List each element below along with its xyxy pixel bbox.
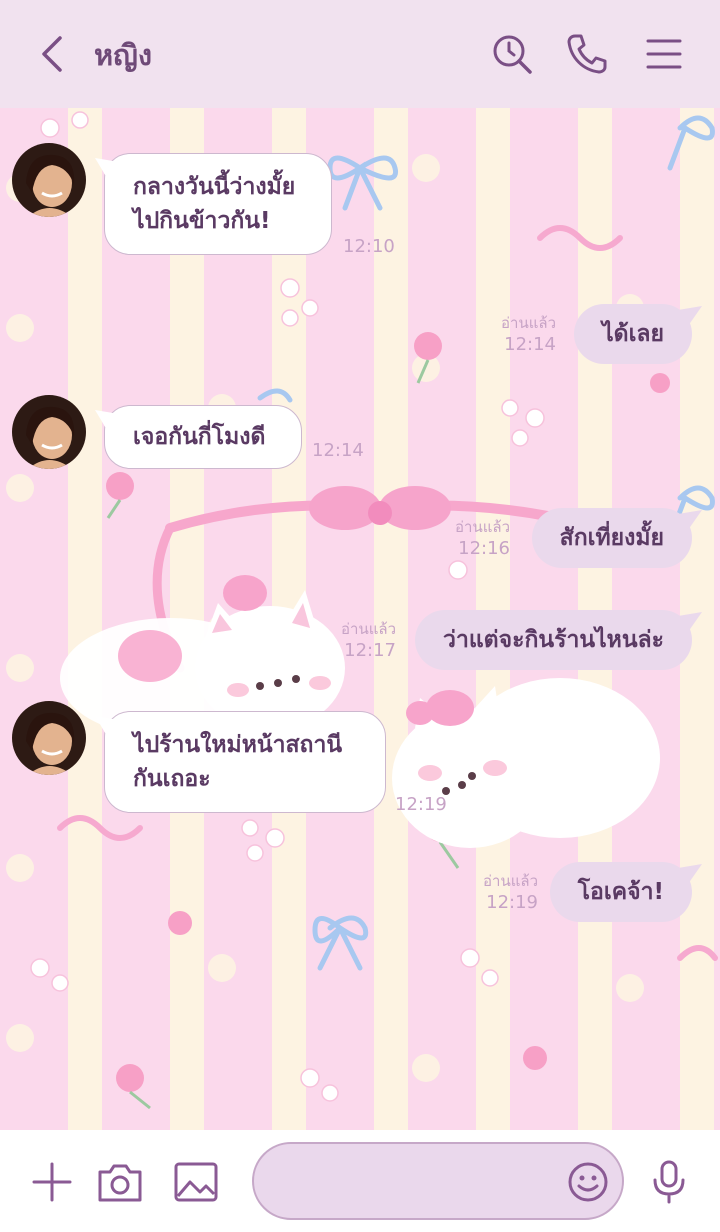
avatar-photo-icon xyxy=(12,143,86,217)
message-text: ได้เลย xyxy=(602,321,664,347)
message-text: สักเที่ยงมั้ย xyxy=(559,525,664,551)
message-text: โอเคจ้า! xyxy=(577,879,664,905)
chat-title: หญิง xyxy=(94,38,152,72)
message-bubble-incoming[interactable]: กลางวันนี้ว่างมั้ย ไปกินข้าวกัน! xyxy=(95,153,332,255)
avatar[interactable] xyxy=(12,701,86,775)
message-bubble-outgoing[interactable]: โอเคจ้า! xyxy=(549,862,702,922)
read-label: อ่านแล้ว xyxy=(501,314,556,332)
menu-icon[interactable] xyxy=(642,32,686,76)
history-search-icon[interactable] xyxy=(490,32,534,76)
message-time: 12:17 xyxy=(344,640,396,661)
message-bubble-outgoing[interactable]: ว่าแต่จะกินร้านไหนล่ะ xyxy=(415,610,702,670)
message-read-status: อ่านแล้ว 12:19 xyxy=(483,870,538,914)
camera-icon[interactable] xyxy=(96,1158,144,1206)
emoji-icon[interactable] xyxy=(566,1160,610,1204)
message-bubble-incoming[interactable]: เจอกันกี่โมงดี xyxy=(95,405,302,469)
bubble-tail xyxy=(678,510,702,530)
avatar[interactable] xyxy=(12,395,86,469)
read-label: อ่านแล้ว xyxy=(455,518,510,536)
read-label: อ่านแล้ว xyxy=(483,872,538,890)
message-read-status: อ่านแล้ว 12:14 xyxy=(501,312,556,356)
message-bubble-outgoing[interactable]: ได้เลย xyxy=(574,304,702,364)
message-text-line: กลางวันนี้ว่างมั้ย xyxy=(133,174,296,200)
bubble-tail xyxy=(95,716,119,736)
message-read-status: อ่านแล้ว 12:17 xyxy=(341,618,396,662)
plus-icon[interactable] xyxy=(28,1158,76,1206)
message-input-container[interactable] xyxy=(252,1142,624,1220)
message-time: 12:16 xyxy=(458,538,510,559)
bubble-tail xyxy=(678,306,702,326)
bubble-tail xyxy=(95,158,119,178)
message-input[interactable] xyxy=(278,1162,558,1202)
avatar-photo-icon xyxy=(12,395,86,469)
message-time: 12:19 xyxy=(486,892,538,913)
read-label: อ่านแล้ว xyxy=(341,620,396,638)
message-read-status: อ่านแล้ว 12:16 xyxy=(455,516,510,560)
back-chevron-icon[interactable] xyxy=(36,34,72,74)
message-bubble-incoming[interactable]: ไปร้านใหม่หน้าสถานี กันเถอะ xyxy=(95,711,386,813)
phone-icon[interactable] xyxy=(565,32,609,76)
chat-input-bar xyxy=(0,1130,720,1232)
chat-header: หญิง xyxy=(0,0,720,108)
avatar[interactable] xyxy=(12,143,86,217)
message-bubble-outgoing[interactable]: สักเที่ยงมั้ย xyxy=(531,508,702,568)
bubble-tail xyxy=(678,612,702,632)
message-text-line: ไปร้านใหม่หน้าสถานี xyxy=(133,732,343,758)
bubble-tail xyxy=(678,864,702,884)
message-time: 12:14 xyxy=(312,440,364,461)
message-text: เจอกันกี่โมงดี xyxy=(133,424,266,450)
microphone-icon[interactable] xyxy=(645,1158,693,1206)
message-text: ว่าแต่จะกินร้านไหนล่ะ xyxy=(443,627,664,653)
bubble-tail xyxy=(95,410,119,430)
image-icon[interactable] xyxy=(172,1158,220,1206)
message-time: 12:14 xyxy=(504,334,556,355)
message-text-line: ไปกินข้าวกัน! xyxy=(133,208,271,234)
avatar-photo-icon xyxy=(12,701,86,775)
message-text-line: กันเถอะ xyxy=(133,766,211,792)
message-time: 12:19 xyxy=(395,794,447,815)
message-time: 12:10 xyxy=(343,236,395,257)
